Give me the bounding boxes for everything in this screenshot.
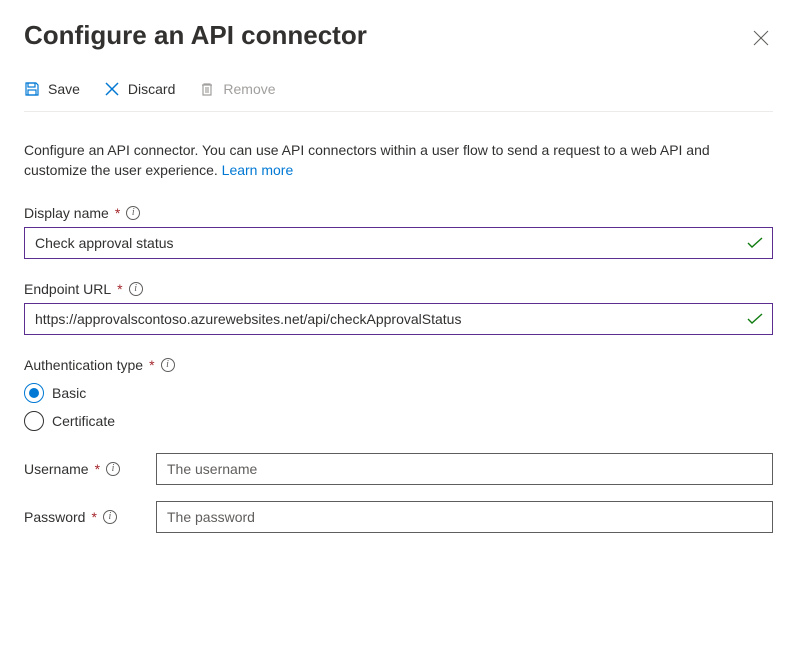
auth-type-basic-label: Basic	[52, 385, 86, 401]
remove-button: Remove	[199, 81, 275, 97]
auth-type-certificate-option[interactable]: Certificate	[24, 411, 773, 431]
auth-type-certificate-label: Certificate	[52, 413, 115, 429]
remove-label: Remove	[223, 81, 275, 97]
info-icon[interactable]: i	[126, 206, 140, 220]
required-indicator: *	[91, 509, 96, 525]
password-label: Password	[24, 509, 85, 525]
save-icon	[24, 81, 40, 97]
info-icon[interactable]: i	[129, 282, 143, 296]
endpoint-url-input[interactable]	[24, 303, 773, 335]
discard-button[interactable]: Discard	[104, 81, 175, 97]
trash-icon	[199, 81, 215, 97]
password-input[interactable]	[156, 501, 773, 533]
info-icon[interactable]: i	[106, 462, 120, 476]
toolbar: Save Discard Remove	[24, 81, 773, 112]
required-indicator: *	[95, 461, 100, 477]
description-body: Configure an API connector. You can use …	[24, 142, 710, 178]
description-text: Configure an API connector. You can use …	[24, 140, 773, 181]
required-indicator: *	[149, 357, 154, 373]
radio-checked-icon	[24, 383, 44, 403]
required-indicator: *	[115, 205, 120, 221]
auth-type-label: Authentication type	[24, 357, 143, 373]
learn-more-link[interactable]: Learn more	[222, 162, 294, 178]
x-icon	[104, 81, 120, 97]
close-button[interactable]	[749, 26, 773, 53]
auth-type-basic-option[interactable]: Basic	[24, 383, 773, 403]
endpoint-url-label: Endpoint URL	[24, 281, 111, 297]
save-button[interactable]: Save	[24, 81, 80, 97]
username-input[interactable]	[156, 453, 773, 485]
save-label: Save	[48, 81, 80, 97]
display-name-label: Display name	[24, 205, 109, 221]
close-icon	[753, 30, 769, 46]
check-icon	[747, 313, 763, 325]
page-title: Configure an API connector	[24, 20, 367, 51]
required-indicator: *	[117, 281, 122, 297]
info-icon[interactable]: i	[161, 358, 175, 372]
radio-unchecked-icon	[24, 411, 44, 431]
display-name-input[interactable]	[24, 227, 773, 259]
check-icon	[747, 237, 763, 249]
username-label: Username	[24, 461, 89, 477]
auth-type-radio-group: Basic Certificate	[24, 383, 773, 431]
info-icon[interactable]: i	[103, 510, 117, 524]
discard-label: Discard	[128, 81, 175, 97]
